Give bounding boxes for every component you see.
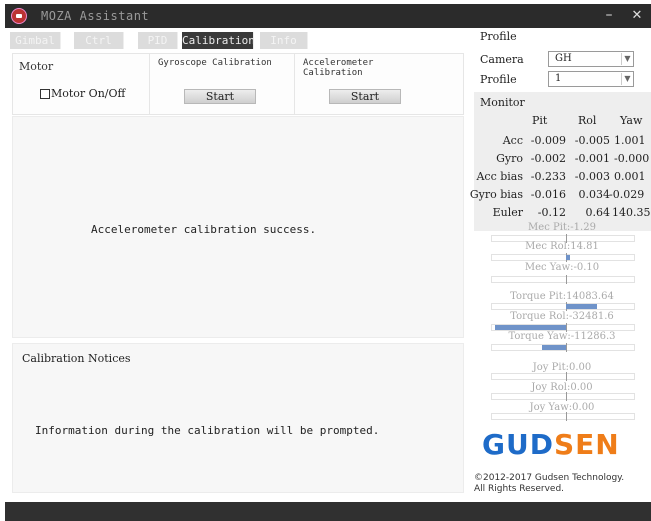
monitor-row-label: Gyro <box>496 152 523 165</box>
meter-label: Torque Rol:-32481.6 <box>510 311 614 322</box>
notices-text: Information during the calibration will … <box>35 424 380 437</box>
profile-select[interactable]: 1 ▼ <box>548 71 634 87</box>
calibration-controls: Motor Motor On/Off Gyroscope Calibration… <box>12 53 464 115</box>
motor-checkbox-label[interactable]: Motor On/Off <box>51 87 125 100</box>
monitor-col-rol: Rol <box>578 114 597 127</box>
meter-track <box>491 302 635 311</box>
monitor-row-acc-bias: Acc bias -0.233 -0.003 0.001 <box>474 170 651 186</box>
meter-track <box>491 392 635 401</box>
accel-calibration-section: Accelerometer Calibration Start <box>295 54 435 114</box>
calibration-notices: Calibration Notices Information during t… <box>12 343 464 493</box>
meter-track <box>491 253 635 262</box>
gyro-start-button[interactable]: Start <box>184 89 256 104</box>
meter-track <box>491 275 635 284</box>
monitor-value-pit: -0.002 <box>530 152 566 165</box>
gyro-calibration-section: Gyroscope Calibration Start <box>150 54 295 114</box>
copyright-line1: ©2012-2017 Gudsen Technology. <box>474 473 625 483</box>
meter-label: Torque Yaw:-11286.3 <box>508 331 616 342</box>
monitor-value-pit: -0.016 <box>530 188 566 201</box>
meter-label: Torque Pit:14083.64 <box>510 291 614 302</box>
profile-panel: Profile Camera GH ▼ Profile 1 ▼ <box>474 30 644 90</box>
monitor-value-rol: -0.001 <box>574 152 610 165</box>
monitor-col-yaw: Yaw <box>620 114 643 127</box>
brand-logo-part2: SEN <box>553 428 620 461</box>
calibration-status-message: Accelerometer calibration success. <box>91 223 317 236</box>
tab-ctrl[interactable]: Ctrl <box>74 32 124 49</box>
monitor-row-label: Acc bias <box>476 170 523 183</box>
meter-fill <box>566 255 570 260</box>
title-bar: MOZA Assistant – ✕ <box>5 4 651 28</box>
meter-label: Mec Rol:14.81 <box>525 241 599 252</box>
camera-label: Camera <box>480 53 524 66</box>
meter-label: Joy Pit:0.00 <box>532 362 592 373</box>
monitor-value-yaw: 1.001 <box>614 134 646 147</box>
monitor-value-pit: -0.009 <box>530 134 566 147</box>
tab-info[interactable]: Info <box>260 32 308 49</box>
monitor-panel: Monitor Pit Rol Yaw Acc -0.009 -0.005 1.… <box>470 92 651 231</box>
monitor-value-pit: -0.12 <box>537 206 566 219</box>
close-button[interactable]: ✕ <box>623 4 651 28</box>
meter-label: Mec Yaw:-0.10 <box>524 262 600 273</box>
accel-start-button[interactable]: Start <box>329 89 401 104</box>
meter-label: Mec Pit:-1.29 <box>528 222 596 233</box>
app-logo-icon <box>11 8 27 24</box>
camera-select-value: GH <box>555 53 572 64</box>
monitor-row-gyro: Gyro -0.002 -0.001 -0.000 <box>474 152 651 168</box>
tab-calibration[interactable]: Calibration <box>182 32 255 49</box>
tab-pid[interactable]: PID <box>138 32 178 49</box>
meter-label: Joy Rol:0.00 <box>531 382 593 393</box>
tab-gimbal[interactable]: Gimbal <box>10 32 61 49</box>
monitor-col-pit: Pit <box>532 114 548 127</box>
meter-track <box>491 372 635 381</box>
window-title: MOZA Assistant <box>41 9 150 23</box>
motor-checkbox[interactable] <box>40 89 50 99</box>
monitor-value-pit: -0.233 <box>530 170 566 183</box>
notices-title: Calibration Notices <box>22 352 131 365</box>
monitor-value-yaw: 0.001 <box>614 170 646 183</box>
motor-section: Motor Motor On/Off <box>13 54 150 114</box>
profile-select-value: 1 <box>555 73 562 84</box>
meter-track <box>491 343 635 352</box>
monitor-value-rol: -0.005 <box>574 134 610 147</box>
monitor-row-label: Gyro bias <box>469 188 523 201</box>
monitor-value-rol: 0.034 <box>578 188 611 201</box>
profile-label: Profile <box>480 73 517 86</box>
profile-heading: Profile <box>480 30 517 43</box>
meter-fill <box>566 304 597 309</box>
chevron-down-icon[interactable]: ▼ <box>621 73 633 85</box>
monitor-value-rol: 0.64 <box>585 206 611 219</box>
monitor-heading: Monitor <box>480 96 525 109</box>
motor-title: Motor <box>19 60 54 73</box>
meter-label: Joy Yaw:0.00 <box>529 402 595 413</box>
monitor-row-gyro-bias: Gyro bias -0.016 0.034 -0.029 <box>470 188 651 204</box>
calibration-message-area: Accelerometer calibration success. <box>12 116 464 338</box>
meter-fill <box>495 325 566 330</box>
gyro-calibration-title: Gyroscope Calibration <box>158 58 272 68</box>
brand-logo: GUDSEN <box>482 428 620 461</box>
chevron-down-icon[interactable]: ▼ <box>621 53 633 65</box>
status-bar <box>5 502 651 521</box>
monitor-row-euler: Euler -0.12 0.64 140.35 <box>474 206 651 222</box>
camera-select[interactable]: GH ▼ <box>548 51 634 67</box>
meter-fill <box>542 345 566 350</box>
monitor-value-rol: -0.003 <box>574 170 610 183</box>
accel-calibration-title: Accelerometer Calibration <box>303 58 374 78</box>
copyright-line2: All Rights Reserved. <box>474 484 565 494</box>
monitor-row-label: Acc <box>502 134 523 147</box>
monitor-value-yaw: -0.029 <box>609 188 645 201</box>
meter-track <box>491 412 635 421</box>
monitor-value-yaw: -0.000 <box>614 152 650 165</box>
monitor-row-acc: Acc -0.009 -0.005 1.001 <box>474 134 651 150</box>
monitor-value-yaw: 140.35 <box>612 206 651 219</box>
brand-logo-part1: GUD <box>482 428 554 461</box>
meter-track <box>491 323 635 332</box>
monitor-row-label: Euler <box>492 206 523 219</box>
minimize-button[interactable]: – <box>595 4 623 28</box>
copyright: ©2012-2017 Gudsen Technology. All Rights… <box>474 473 624 495</box>
